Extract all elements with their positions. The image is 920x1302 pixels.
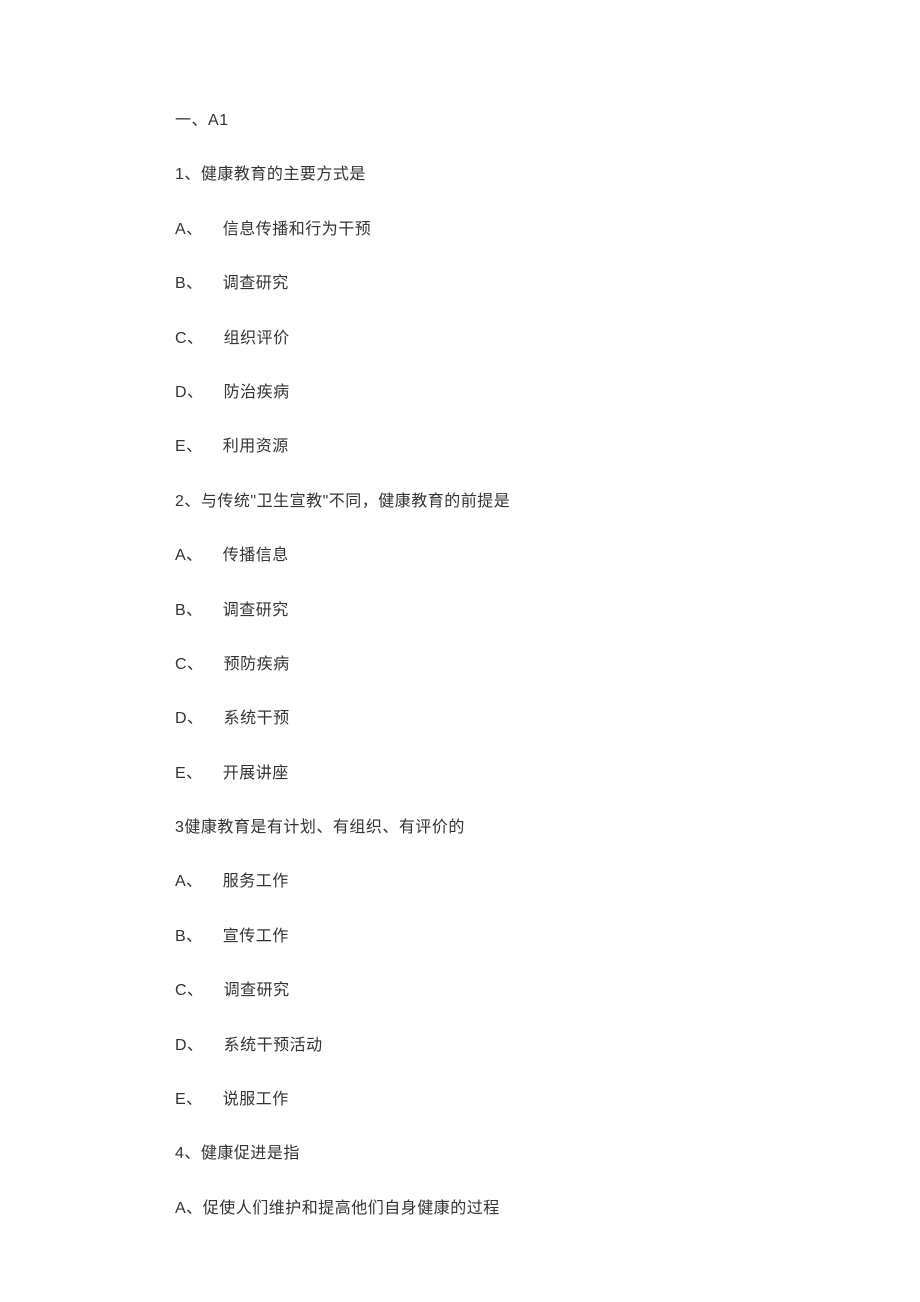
question-number: 3 bbox=[175, 819, 184, 836]
option-letter: E、 bbox=[175, 1089, 203, 1111]
option-3e: E、 说服工作 bbox=[175, 1089, 745, 1111]
option-letter: A、 bbox=[175, 871, 203, 893]
option-letter: C、 bbox=[175, 654, 204, 676]
option-text: 开展讲座 bbox=[223, 765, 289, 782]
section-prefix: 一、 bbox=[175, 112, 208, 129]
option-text: 调查研究 bbox=[223, 602, 289, 619]
option-letter: C、 bbox=[175, 980, 204, 1002]
option-text: 防治疾病 bbox=[224, 384, 290, 401]
option-text: 宣传工作 bbox=[223, 928, 289, 945]
option-1e: E、 利用资源 bbox=[175, 436, 745, 458]
option-1c: C、 组织评价 bbox=[175, 328, 745, 350]
question-number: 4、 bbox=[175, 1145, 201, 1162]
option-text: 利用资源 bbox=[223, 438, 289, 455]
option-letter: B、 bbox=[175, 600, 203, 622]
option-letter: D、 bbox=[175, 382, 204, 404]
option-2b: B、 调查研究 bbox=[175, 600, 745, 622]
option-letter: B、 bbox=[175, 273, 203, 295]
option-1b: B、 调查研究 bbox=[175, 273, 745, 295]
question-4: 4、健康促进是指 bbox=[175, 1143, 745, 1165]
option-letter: A、 bbox=[175, 545, 203, 567]
option-2e: E、 开展讲座 bbox=[175, 763, 745, 785]
option-3c: C、 调查研究 bbox=[175, 980, 745, 1002]
question-1: 1、健康教育的主要方式是 bbox=[175, 164, 745, 186]
option-2c: C、 预防疾病 bbox=[175, 654, 745, 676]
option-letter: A、 bbox=[175, 219, 203, 241]
option-text: 组织评价 bbox=[224, 330, 290, 347]
option-letter: A、 bbox=[175, 1198, 203, 1220]
option-letter: E、 bbox=[175, 763, 203, 785]
option-text: 传播信息 bbox=[223, 547, 289, 564]
question-text: 健康教育是有计划、有组织、有评价的 bbox=[184, 819, 465, 836]
option-2a: A、 传播信息 bbox=[175, 545, 745, 567]
option-text: 调查研究 bbox=[223, 275, 289, 292]
option-3d: D、 系统干预活动 bbox=[175, 1035, 745, 1057]
section-code: A1 bbox=[208, 112, 229, 129]
option-text: 预防疾病 bbox=[224, 656, 290, 673]
question-text: 与传统"卫生宣教"不同，健康教育的前提是 bbox=[201, 493, 510, 510]
option-1a: A、 信息传播和行为干预 bbox=[175, 219, 745, 241]
question-number: 2、 bbox=[175, 493, 201, 510]
option-text: 信息传播和行为干预 bbox=[223, 221, 372, 238]
option-text: 系统干预 bbox=[224, 710, 290, 727]
option-text: 系统干预活动 bbox=[224, 1037, 323, 1054]
question-text: 健康促进是指 bbox=[201, 1145, 300, 1162]
section-header: 一、A1 bbox=[175, 110, 745, 132]
option-letter: C、 bbox=[175, 328, 204, 350]
question-3: 3健康教育是有计划、有组织、有评价的 bbox=[175, 817, 745, 839]
option-2d: D、 系统干预 bbox=[175, 708, 745, 730]
option-letter: E、 bbox=[175, 436, 203, 458]
option-3b: B、 宣传工作 bbox=[175, 926, 745, 948]
option-letter: D、 bbox=[175, 1035, 204, 1057]
question-number: 1、 bbox=[175, 166, 201, 183]
option-text: 调查研究 bbox=[224, 982, 290, 999]
option-3a: A、 服务工作 bbox=[175, 871, 745, 893]
option-letter: D、 bbox=[175, 708, 204, 730]
option-letter: B、 bbox=[175, 926, 203, 948]
question-2: 2、与传统"卫生宣教"不同，健康教育的前提是 bbox=[175, 491, 745, 513]
option-text: 服务工作 bbox=[223, 873, 289, 890]
option-text: 促使人们维护和提高他们自身健康的过程 bbox=[203, 1200, 500, 1217]
option-text: 说服工作 bbox=[223, 1091, 289, 1108]
option-4a: A、促使人们维护和提高他们自身健康的过程 bbox=[175, 1198, 745, 1220]
question-text: 健康教育的主要方式是 bbox=[201, 166, 366, 183]
option-1d: D、 防治疾病 bbox=[175, 382, 745, 404]
